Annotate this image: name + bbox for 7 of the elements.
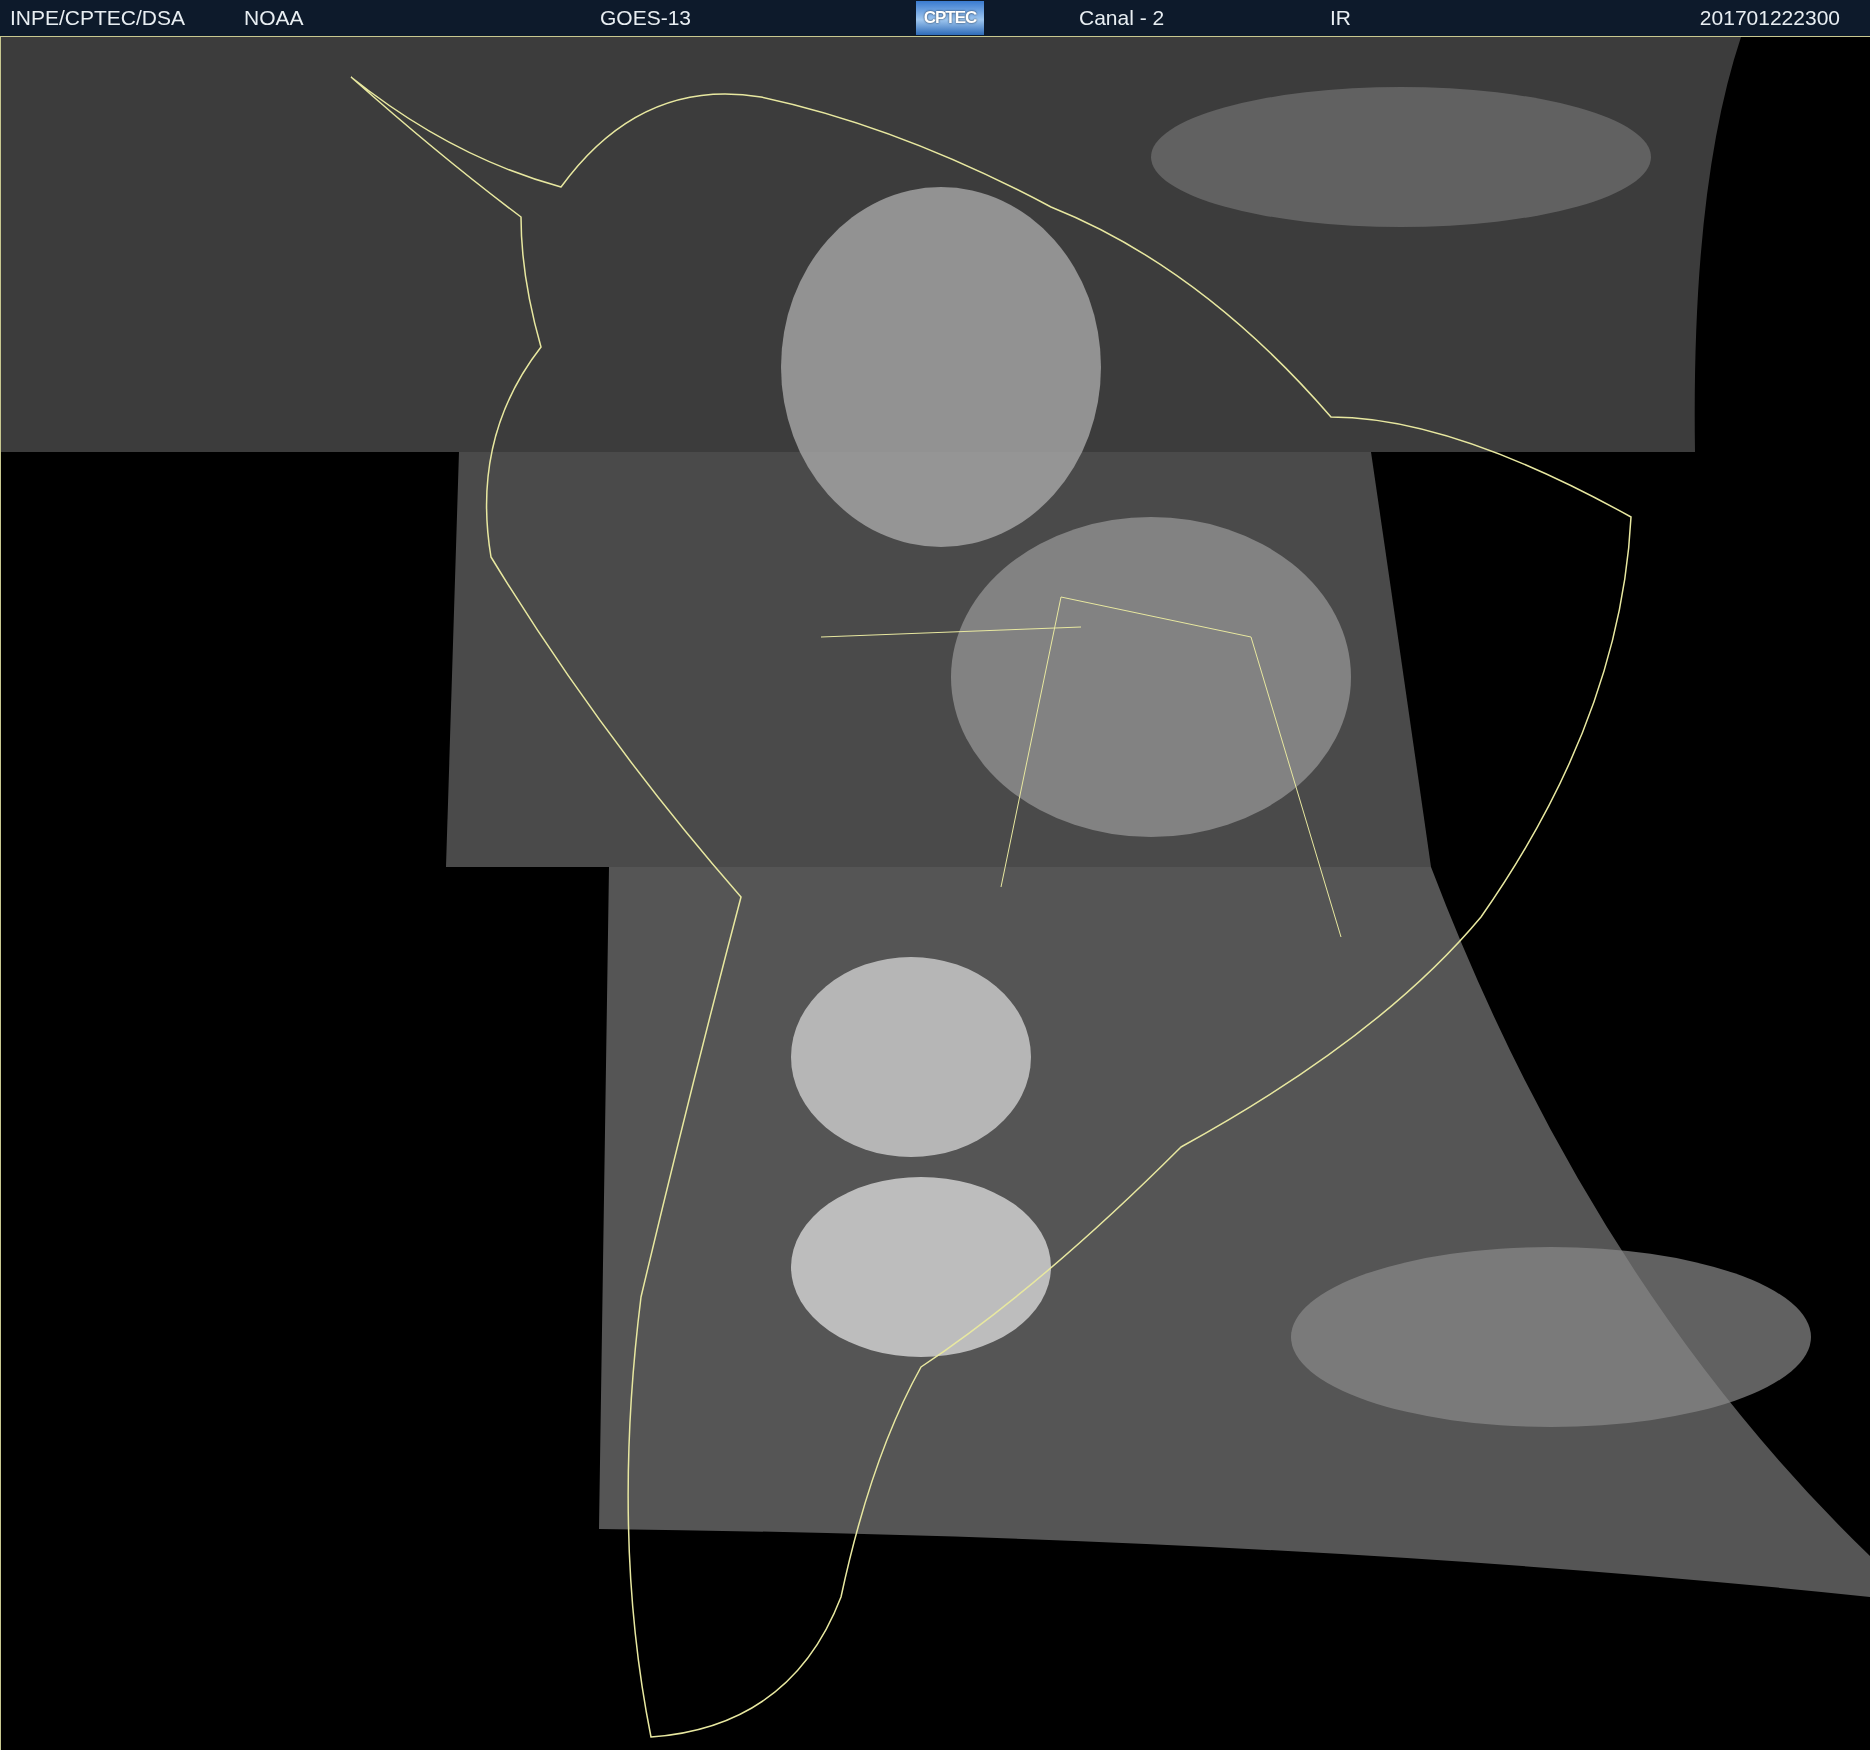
- header-label: INPE/CPTEC/DSA: [10, 6, 187, 30]
- header-label: IR: [1330, 6, 1352, 30]
- header-label: NOAA: [244, 6, 305, 30]
- header-label: 201701222300: [1699, 6, 1840, 30]
- header-label: GOES-13: [600, 6, 693, 30]
- logo: CPTEC: [916, 1, 984, 35]
- header-label: Canal - 2: [1079, 6, 1166, 30]
